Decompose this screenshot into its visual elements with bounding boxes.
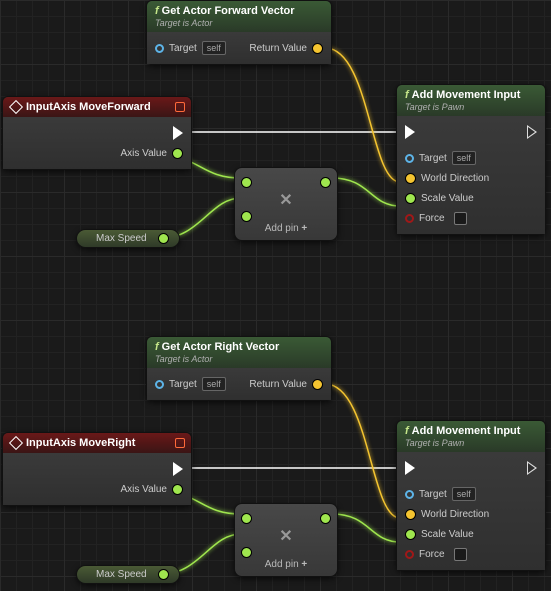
function-icon: f: [405, 89, 409, 101]
pin-label: Target: [419, 489, 447, 500]
pin-axis-value[interactable]: [172, 484, 183, 495]
breakpoint-icon[interactable]: [175, 438, 185, 448]
checkbox-force[interactable]: [454, 212, 467, 225]
function-icon: f: [155, 5, 159, 17]
node-get-right-vector[interactable]: fGet Actor Right Vector Target is Actor …: [146, 336, 332, 401]
pin-return-value[interactable]: [312, 43, 323, 54]
var-label: Max Speed: [96, 233, 147, 244]
self-box[interactable]: self: [452, 151, 476, 165]
pin-label: Scale Value: [421, 193, 474, 204]
pin-exec-in[interactable]: [405, 461, 415, 475]
add-pin-button[interactable]: Add pin +: [241, 223, 331, 234]
pin-label: Axis Value: [120, 484, 167, 495]
pin-force[interactable]: [405, 214, 414, 223]
checkbox-force[interactable]: [454, 548, 467, 561]
node-var-maxspeed[interactable]: Max Speed: [76, 565, 180, 584]
var-label: Max Speed: [96, 569, 147, 580]
pin-world-direction[interactable]: [405, 173, 416, 184]
pin-scale-value[interactable]: [405, 529, 416, 540]
pin-return-value[interactable]: [312, 379, 323, 390]
node-title: Get Actor Forward Vector: [162, 5, 295, 17]
node-header: fGet Actor Right Vector Target is Actor: [147, 337, 331, 368]
node-header: fAdd Movement Input Target is Pawn: [397, 85, 545, 116]
self-box[interactable]: self: [202, 41, 226, 55]
node-title: Add Movement Input: [412, 425, 521, 437]
pin-axis-value[interactable]: [172, 148, 183, 159]
pin-exec-out[interactable]: [173, 462, 183, 476]
node-header: InputAxis MoveRight: [3, 433, 191, 453]
pin-var-out[interactable]: [158, 233, 169, 244]
node-subtitle: Target is Actor: [155, 18, 323, 28]
pin-var-out[interactable]: [158, 569, 169, 580]
node-header: fGet Actor Forward Vector Target is Acto…: [147, 1, 331, 32]
pin-label: Target: [169, 379, 197, 390]
pin-target[interactable]: [155, 44, 164, 53]
node-title: InputAxis MoveRight: [26, 437, 135, 449]
add-pin-button[interactable]: Add pin +: [241, 559, 331, 570]
plus-icon: +: [301, 223, 307, 234]
pin-world-direction[interactable]: [405, 509, 416, 520]
pin-label: Force: [419, 549, 445, 560]
pin-exec-out[interactable]: [173, 126, 183, 140]
pin-out[interactable]: [320, 177, 331, 188]
event-icon: [9, 100, 23, 114]
node-add-movement-input[interactable]: fAdd Movement Input Target is Pawn Targe…: [396, 420, 546, 571]
node-title: Add Movement Input: [412, 89, 521, 101]
node-inputaxis-right[interactable]: InputAxis MoveRight Axis Value: [2, 432, 192, 506]
pin-target[interactable]: [405, 490, 414, 499]
function-icon: f: [405, 425, 409, 437]
pin-target[interactable]: [155, 380, 164, 389]
pin-label: Target: [169, 43, 197, 54]
pin-out[interactable]: [320, 513, 331, 524]
node-subtitle: Target is Actor: [155, 354, 323, 364]
pin-in-a[interactable]: [241, 177, 252, 188]
function-icon: f: [155, 341, 159, 353]
node-header: InputAxis MoveForward: [3, 97, 191, 117]
multiply-symbol: ✕: [241, 526, 331, 546]
pin-label: Force: [419, 213, 445, 224]
pin-label: Scale Value: [421, 529, 474, 540]
node-header: fAdd Movement Input Target is Pawn: [397, 421, 545, 452]
multiply-symbol: ✕: [241, 190, 331, 210]
pin-target[interactable]: [405, 154, 414, 163]
pin-label: World Direction: [421, 509, 489, 520]
pin-exec-out[interactable]: [527, 461, 537, 475]
self-box[interactable]: self: [202, 377, 226, 391]
node-add-movement-input[interactable]: fAdd Movement Input Target is Pawn Targe…: [396, 84, 546, 235]
node-title: InputAxis MoveForward: [26, 101, 151, 113]
event-icon: [9, 436, 23, 450]
node-subtitle: Target is Pawn: [405, 438, 537, 448]
node-multiply[interactable]: ✕ Add pin +: [234, 167, 338, 241]
node-inputaxis-forward[interactable]: InputAxis MoveForward Axis Value: [2, 96, 192, 170]
pin-in-a[interactable]: [241, 513, 252, 524]
node-multiply[interactable]: ✕ Add pin +: [234, 503, 338, 577]
node-title: Get Actor Right Vector: [162, 341, 280, 353]
pin-exec-out[interactable]: [527, 125, 537, 139]
pin-label: Target: [419, 153, 447, 164]
pin-in-b[interactable]: [241, 211, 252, 222]
pin-label: Axis Value: [120, 148, 167, 159]
node-subtitle: Target is Pawn: [405, 102, 537, 112]
pin-in-b[interactable]: [241, 547, 252, 558]
breakpoint-icon[interactable]: [175, 102, 185, 112]
plus-icon: +: [301, 559, 307, 570]
node-get-forward-vector[interactable]: fGet Actor Forward Vector Target is Acto…: [146, 0, 332, 65]
pin-label: Return Value: [249, 43, 307, 54]
pin-force[interactable]: [405, 550, 414, 559]
self-box[interactable]: self: [452, 487, 476, 501]
pin-label: Return Value: [249, 379, 307, 390]
pin-exec-in[interactable]: [405, 125, 415, 139]
pin-scale-value[interactable]: [405, 193, 416, 204]
node-var-maxspeed[interactable]: Max Speed: [76, 229, 180, 248]
pin-label: World Direction: [421, 173, 489, 184]
